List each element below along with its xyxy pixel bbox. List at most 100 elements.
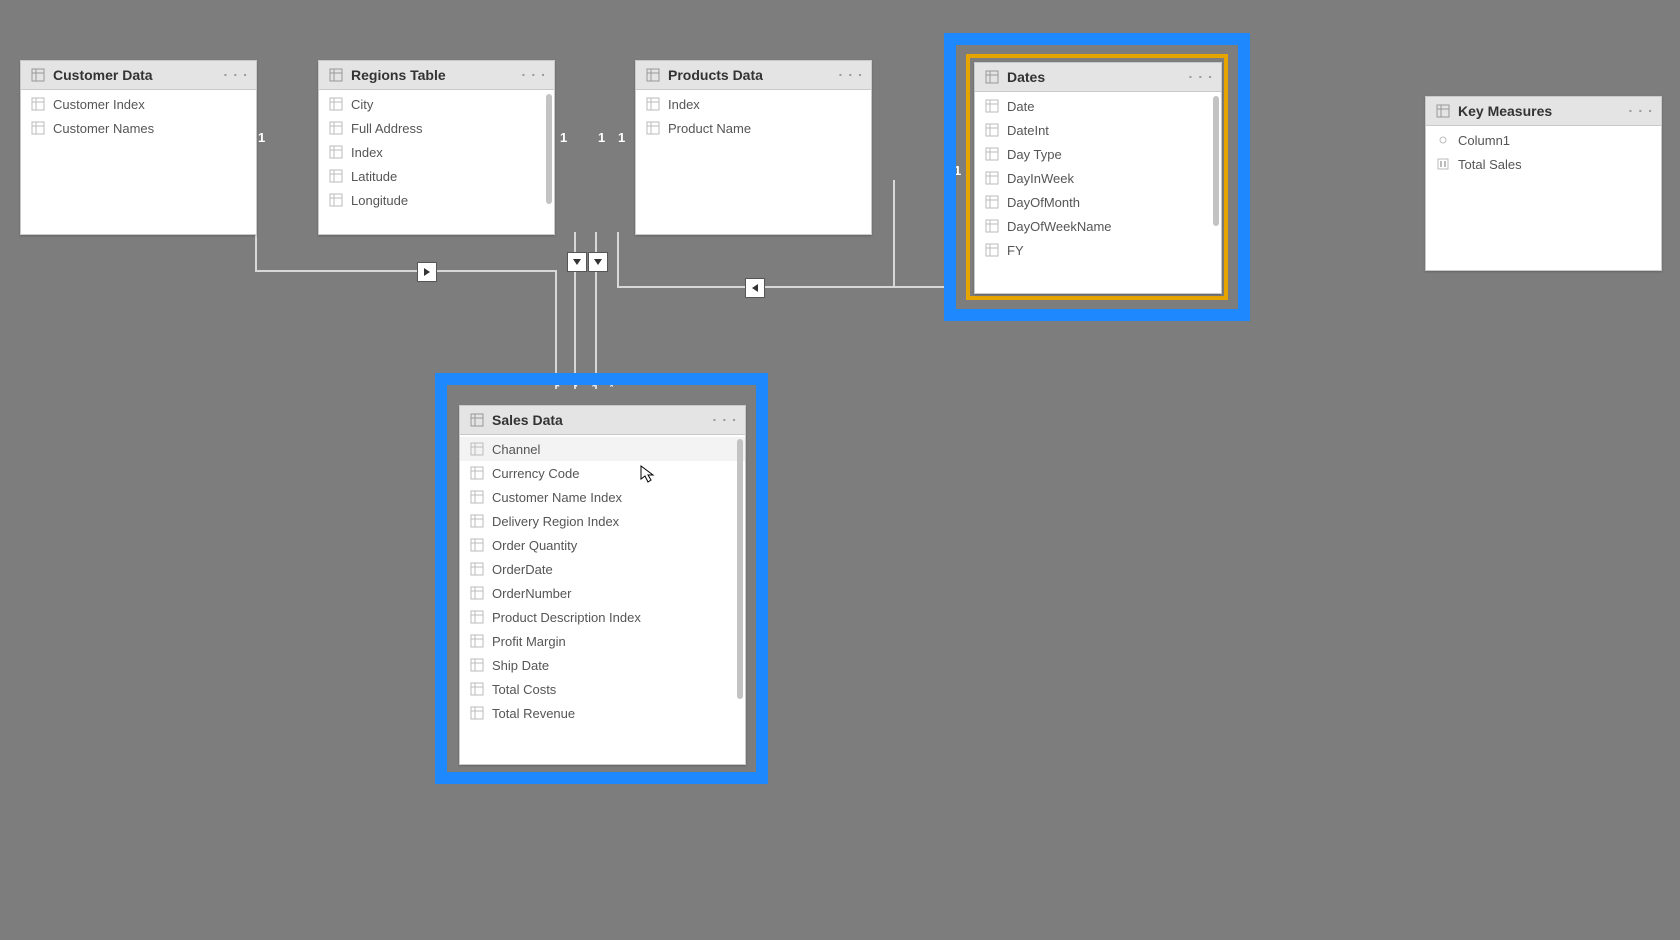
column-label: Longitude (351, 193, 408, 208)
column-icon (646, 97, 660, 111)
column-icon (985, 219, 999, 233)
column-item[interactable]: Customer Index (21, 92, 256, 116)
column-item[interactable]: Order Quantity (460, 533, 745, 557)
column-item[interactable]: Date (975, 94, 1221, 118)
column-icon (470, 490, 484, 504)
table-header[interactable]: Sales Data . . . (460, 406, 745, 435)
table-icon (470, 413, 484, 427)
table-title: Customer Data (53, 67, 153, 83)
table-dates[interactable]: Dates . . . Date DateInt Day Type DayInW… (974, 62, 1222, 294)
column-item[interactable]: DayInWeek (975, 166, 1221, 190)
column-item[interactable]: Product Name (636, 116, 871, 140)
column-item[interactable]: Full Address (319, 116, 554, 140)
table-icon (646, 68, 660, 82)
table-body: Channel Currency Code Customer Name Inde… (460, 435, 745, 764)
column-label: DayInWeek (1007, 171, 1074, 186)
table-header[interactable]: Key Measures . . . (1426, 97, 1661, 126)
column-label: Customer Index (53, 97, 145, 112)
column-item[interactable]: Column1 (1426, 128, 1661, 152)
column-item[interactable]: DateInt (975, 118, 1221, 142)
column-item[interactable]: Longitude (319, 188, 554, 212)
column-item[interactable]: Day Type (975, 142, 1221, 166)
table-header[interactable]: Products Data . . . (636, 61, 871, 90)
column-item[interactable]: Delivery Region Index (460, 509, 745, 533)
column-item[interactable]: Product Description Index (460, 605, 745, 629)
column-label: OrderNumber (492, 586, 571, 601)
column-icon (329, 121, 343, 135)
table-title: Dates (1007, 69, 1045, 85)
table-menu-icon[interactable]: . . . (839, 63, 863, 79)
column-icon (646, 121, 660, 135)
table-key-measures[interactable]: Key Measures . . . Column1 Total Sales (1425, 96, 1662, 271)
column-item[interactable]: Profit Margin (460, 629, 745, 653)
column-list: Index Product Name (636, 90, 871, 142)
table-regions[interactable]: Regions Table . . . City Full Address In… (318, 60, 555, 235)
scrollbar[interactable] (1213, 96, 1219, 226)
column-item[interactable]: DayOfMonth (975, 190, 1221, 214)
column-item[interactable]: Index (636, 92, 871, 116)
column-item[interactable]: Ship Date (460, 653, 745, 677)
relationship-arrow-down-icon (588, 252, 608, 272)
table-header[interactable]: Regions Table . . . (319, 61, 554, 90)
table-customer-data[interactable]: Customer Data . . . Customer Index Custo… (20, 60, 257, 235)
column-item[interactable]: Customer Names (21, 116, 256, 140)
column-list: Date DateInt Day Type DayInWeek DayOfMon… (975, 92, 1221, 264)
table-menu-icon[interactable]: . . . (1629, 99, 1653, 115)
column-label: Product Name (668, 121, 751, 136)
column-label: DayOfMonth (1007, 195, 1080, 210)
column-item[interactable]: Latitude (319, 164, 554, 188)
column-icon (329, 193, 343, 207)
table-menu-icon[interactable]: . . . (522, 63, 546, 79)
column-label: Delivery Region Index (492, 514, 619, 529)
column-label: Ship Date (492, 658, 549, 673)
table-body: City Full Address Index Latitude Longitu… (319, 90, 554, 234)
column-label: DateInt (1007, 123, 1049, 138)
column-item[interactable]: DayOfWeekName (975, 214, 1221, 238)
column-icon (470, 442, 484, 456)
column-label: Index (351, 145, 383, 160)
column-item[interactable]: Customer Name Index (460, 485, 745, 509)
table-menu-icon[interactable]: . . . (224, 63, 248, 79)
table-body: Index Product Name (636, 90, 871, 234)
table-header[interactable]: Customer Data . . . (21, 61, 256, 90)
model-canvas[interactable]: 1 1 1 1 1 **** Customer Data . . . Custo… (0, 0, 1680, 940)
column-item[interactable]: Total Revenue (460, 701, 745, 725)
cardinality-one: 1 (598, 130, 605, 145)
column-icon (470, 610, 484, 624)
column-label: Profit Margin (492, 634, 566, 649)
column-label: DayOfWeekName (1007, 219, 1112, 234)
relationship-arrow-down-icon (567, 252, 587, 272)
table-products[interactable]: Products Data . . . Index Product Name (635, 60, 872, 235)
column-icon (329, 145, 343, 159)
column-label: Day Type (1007, 147, 1062, 162)
column-item[interactable]: Index (319, 140, 554, 164)
column-label: Total Sales (1458, 157, 1522, 172)
column-label: OrderDate (492, 562, 553, 577)
table-title: Sales Data (492, 412, 563, 428)
scrollbar[interactable] (546, 94, 552, 204)
column-icon (470, 682, 484, 696)
column-item[interactable]: OrderDate (460, 557, 745, 581)
column-item[interactable]: OrderNumber (460, 581, 745, 605)
table-icon (329, 68, 343, 82)
table-icon (985, 70, 999, 84)
column-item[interactable]: City (319, 92, 554, 116)
column-icon (985, 243, 999, 257)
table-menu-icon[interactable]: . . . (1189, 65, 1213, 81)
table-title: Regions Table (351, 67, 446, 83)
column-list: City Full Address Index Latitude Longitu… (319, 90, 554, 214)
table-menu-icon[interactable]: . . . (713, 408, 737, 424)
cardinality-one: 1 (560, 130, 567, 145)
table-header[interactable]: Dates . . . (975, 63, 1221, 92)
column-item[interactable]: Currency Code (460, 461, 745, 485)
scrollbar[interactable] (737, 439, 743, 699)
column-label: Column1 (1458, 133, 1510, 148)
table-sales-data[interactable]: Sales Data . . . Channel Currency Code C… (459, 405, 746, 765)
column-item[interactable]: Total Costs (460, 677, 745, 701)
column-item[interactable]: Channel (460, 437, 745, 461)
column-label: Date (1007, 99, 1034, 114)
column-item[interactable]: Total Sales (1426, 152, 1661, 176)
column-item[interactable]: FY (975, 238, 1221, 262)
column-icon (470, 514, 484, 528)
column-label: Customer Name Index (492, 490, 622, 505)
